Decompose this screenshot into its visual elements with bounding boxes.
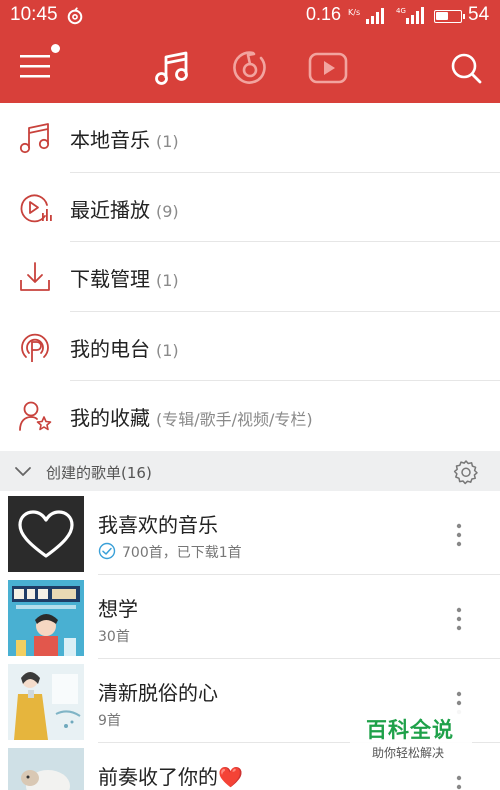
menu-item-count: (专辑/歌手/视频/专栏) <box>156 410 313 429</box>
battery-icon <box>434 10 465 23</box>
network-type: 4G <box>396 7 406 15</box>
chevron-down-icon <box>15 467 31 476</box>
more-options-icon[interactable] <box>448 521 470 549</box>
album-art-image <box>8 580 84 656</box>
playlist-name: 我喜欢的音乐 <box>98 513 218 537</box>
menu-item-label: 我的收藏 <box>70 406 150 430</box>
watermark-subtitle: 助你轻松解决 <box>372 746 445 760</box>
status-bar: 10:45 0.16 K/s 4G 54 <box>0 0 500 32</box>
search-button[interactable] <box>448 50 484 86</box>
signal-icon <box>366 8 384 24</box>
section-title: 创建的歌单(16) <box>46 464 152 482</box>
playlist-cover <box>8 580 84 656</box>
menu-item-label: 我的电台 <box>70 336 150 361</box>
network-speed: 0.16 <box>306 4 342 24</box>
netease-radio-icon <box>233 51 266 84</box>
music-note-icon <box>19 123 50 154</box>
playlist-cover <box>8 496 84 572</box>
podcast-icon <box>21 333 49 362</box>
tab-my-music[interactable] <box>152 48 192 88</box>
app-bar <box>0 32 500 103</box>
playlist-cover <box>8 748 84 790</box>
menu-item-label: 下载管理 <box>70 267 150 291</box>
4g-signal-icon: 4G <box>396 7 424 24</box>
menu-item-count: (1) <box>156 340 179 360</box>
menu-item-my-radio[interactable]: 我的电台 (1) <box>0 312 500 381</box>
tab-video[interactable] <box>306 48 350 88</box>
created-playlists-header[interactable]: 创建的歌单(16) <box>0 451 500 491</box>
more-options-icon[interactable] <box>448 605 470 633</box>
network-speed-unit: K/s <box>348 8 361 17</box>
album-art-image <box>8 748 84 790</box>
playlist-name: 想学 <box>98 597 138 621</box>
album-art-image <box>8 664 84 740</box>
menu-item-count: (1) <box>156 132 179 151</box>
music-note-icon <box>155 51 188 85</box>
gear-icon[interactable] <box>453 459 479 485</box>
app-screen: 10:45 0.16 K/s 4G 54 本地音乐 (1) 最近播放 (9) 下… <box>0 0 500 790</box>
playlist-track-count: 30首 <box>98 629 130 645</box>
menu-item-download-manager[interactable]: 下载管理 (1) <box>0 242 500 312</box>
battery-level: 54 <box>468 4 490 25</box>
status-time: 10:45 <box>10 4 58 25</box>
notification-dot <box>51 44 60 53</box>
menu-item-local-music[interactable]: 本地音乐 (1) <box>0 103 500 173</box>
more-options-icon[interactable] <box>448 773 470 790</box>
playlist-item[interactable]: 想学 30首 <box>0 575 500 659</box>
my-music-menu: 本地音乐 (1) 最近播放 (9) 下载管理 (1) 我的电台 (1) 我的收藏… <box>0 103 500 451</box>
watermark-title: 百科全说 <box>366 718 454 742</box>
search-icon <box>451 53 482 84</box>
menu-item-label: 最近播放 <box>70 197 150 222</box>
downloaded-check-icon <box>98 542 116 560</box>
battery-fill <box>436 12 448 20</box>
watermark: 百科全说 助你轻松解决 <box>350 706 472 768</box>
download-icon <box>20 262 50 291</box>
recent-play-icon <box>20 194 52 222</box>
favorites-icon <box>19 401 52 431</box>
playlist-name: 清新脱俗的心 <box>98 681 218 705</box>
tab-discover[interactable] <box>230 48 270 88</box>
playlist-item[interactable]: 我喜欢的音乐 700首，已下载1首 <box>0 491 500 575</box>
menu-item-count: (9) <box>156 201 179 221</box>
top-bar: 10:45 0.16 K/s 4G 54 <box>0 0 500 103</box>
menu-item-recent-play[interactable]: 最近播放 (9) <box>0 173 500 242</box>
menu-button[interactable] <box>18 44 60 82</box>
playlist-cover <box>8 664 84 740</box>
menu-item-label: 本地音乐 <box>70 128 150 152</box>
netease-notification-icon <box>67 7 83 25</box>
playlist-track-count: 9首 <box>98 713 121 729</box>
playlist-track-count: 700首，已下载1首 <box>122 545 242 561</box>
menu-icon <box>20 55 50 78</box>
menu-item-my-favorites[interactable]: 我的收藏 (专辑/歌手/视频/专栏) <box>0 381 500 451</box>
heart-icon <box>18 510 74 558</box>
playlist-name: 前奏收了你的❤️ <box>98 765 243 789</box>
menu-item-count: (1) <box>156 271 179 290</box>
video-play-icon <box>308 52 348 84</box>
